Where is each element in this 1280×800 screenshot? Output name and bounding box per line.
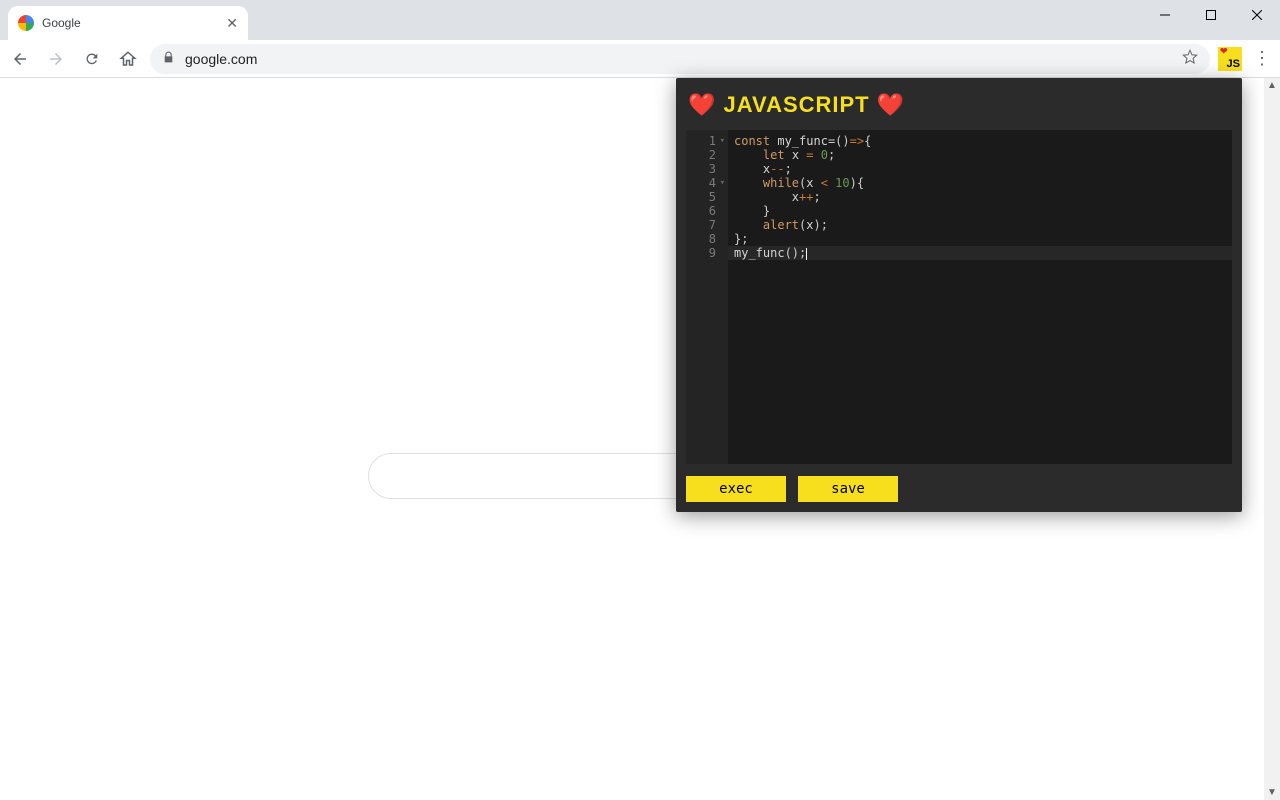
code-area[interactable]: const my_func=()=>{ let x = 0; x--; whil…: [728, 130, 1232, 464]
line-number: 5: [694, 190, 716, 204]
address-bar[interactable]: google.com: [150, 44, 1210, 74]
window-controls: [1142, 0, 1280, 40]
ext-icon-label: JS: [1227, 58, 1240, 70]
bookmark-star-icon[interactable]: [1182, 49, 1198, 68]
code-line[interactable]: const my_func=()=>{: [734, 134, 1226, 148]
line-number: 9: [694, 246, 716, 260]
scroll-up-icon[interactable]: ▲: [1267, 78, 1277, 93]
popup-actions: exec save: [686, 464, 1232, 502]
close-window-icon[interactable]: [1234, 0, 1280, 30]
popup-title: ❤️ JAVASCRIPT ❤️: [686, 88, 1232, 130]
window-titlebar: Google ✕: [0, 0, 1280, 40]
back-button[interactable]: [6, 45, 34, 73]
home-button[interactable]: [114, 45, 142, 73]
code-line[interactable]: x++;: [734, 190, 1226, 204]
code-editor[interactable]: 123456789 const my_func=()=>{ let x = 0;…: [686, 130, 1232, 464]
browser-tab[interactable]: Google ✕: [8, 6, 248, 40]
chrome-menu-icon[interactable]: ⋮: [1250, 48, 1274, 69]
js-extension-popup: ❤️ JAVASCRIPT ❤️ 123456789 const my_func…: [676, 78, 1242, 512]
page-viewport: ▲ ▼ ❤️ JAVASCRIPT ❤️ 123456789 const my_…: [0, 78, 1280, 800]
tab-title: Google: [42, 16, 81, 30]
save-button[interactable]: save: [798, 476, 898, 502]
google-favicon-icon: [18, 15, 34, 31]
line-number: 2: [694, 148, 716, 162]
url-text: google.com: [185, 51, 257, 67]
line-number-gutter: 123456789: [686, 130, 728, 464]
exec-button[interactable]: exec: [686, 476, 786, 502]
browser-toolbar: google.com JS ⋮: [0, 40, 1280, 78]
heart-icon: ❤️: [877, 92, 905, 117]
heart-icon: ❤️: [688, 92, 716, 117]
line-number: 7: [694, 218, 716, 232]
code-line[interactable]: }: [734, 204, 1226, 218]
reload-button[interactable]: [78, 45, 106, 73]
vertical-scrollbar[interactable]: ▲ ▼: [1264, 78, 1280, 800]
minimize-icon[interactable]: [1142, 0, 1188, 30]
line-number: 6: [694, 204, 716, 218]
scroll-down-icon[interactable]: ▼: [1267, 785, 1277, 800]
code-line[interactable]: my_func();: [734, 246, 1226, 260]
code-line[interactable]: alert(x);: [734, 218, 1226, 232]
line-number: 3: [694, 162, 716, 176]
code-line[interactable]: };: [734, 232, 1226, 246]
line-number: 8: [694, 232, 716, 246]
code-line[interactable]: x--;: [734, 162, 1226, 176]
maximize-icon[interactable]: [1188, 0, 1234, 30]
text-cursor: [806, 248, 807, 260]
code-line[interactable]: while(x < 10){: [734, 176, 1226, 190]
line-number: 1: [694, 134, 716, 148]
close-tab-icon[interactable]: ✕: [226, 15, 238, 32]
line-number: 4: [694, 176, 716, 190]
popup-title-text: JAVASCRIPT: [724, 92, 870, 117]
lock-icon: [162, 51, 175, 67]
js-extension-icon[interactable]: JS: [1218, 47, 1242, 71]
forward-button[interactable]: [42, 45, 70, 73]
code-line[interactable]: let x = 0;: [734, 148, 1226, 162]
